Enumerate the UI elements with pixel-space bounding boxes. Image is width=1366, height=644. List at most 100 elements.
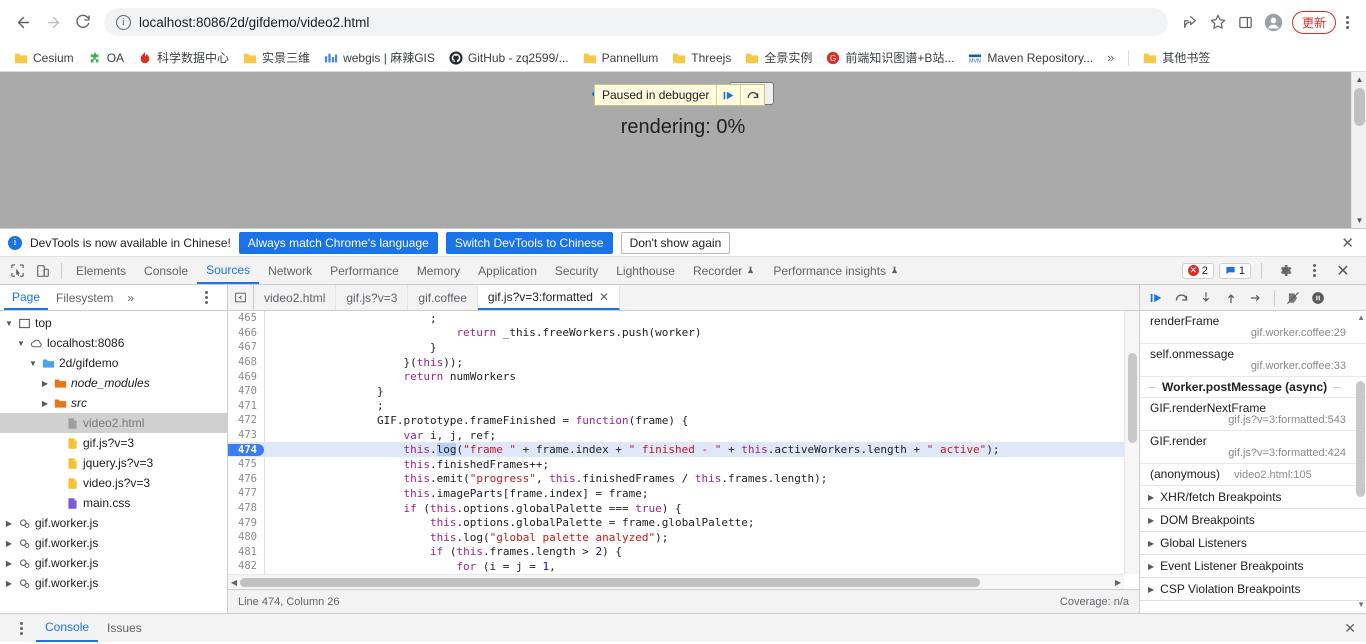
call-stack-frame[interactable]: GIF.renderNextFrame gif.js?v=3:formatted:… xyxy=(1140,398,1366,431)
code-line[interactable]: 480 this.log("global palette analyzed"); xyxy=(228,529,1124,545)
devtools-tab-lighthouse[interactable]: Lighthouse xyxy=(607,257,684,284)
line-number[interactable]: 476 xyxy=(228,473,264,485)
drawer-close-button[interactable]: ✕ xyxy=(1344,620,1364,637)
code-line[interactable]: 473 var i, j, ref; xyxy=(228,427,1124,443)
devtools-tab-elements[interactable]: Elements xyxy=(67,257,135,284)
editor-tab[interactable]: video2.html xyxy=(254,285,337,310)
hscroll-right-arrow[interactable]: ▶ xyxy=(1112,578,1124,587)
code-line[interactable]: 481 if (this.frames.length > 2) { xyxy=(228,544,1124,560)
call-stack-frame[interactable]: self.onmessage gif.worker.coffee:33 xyxy=(1140,344,1366,377)
deactivate-breakpoints-button[interactable] xyxy=(1281,286,1305,310)
tree-item[interactable]: ▼ localhost:8086 xyxy=(0,333,227,353)
bookmark-5[interactable]: GitHub - zq2599/... xyxy=(443,49,575,67)
scroll-down-arrow[interactable]: ▼ xyxy=(1352,213,1366,228)
devtools-more-button[interactable] xyxy=(1303,264,1325,277)
debugger-scroll-up-arrow[interactable]: ▲ xyxy=(1357,313,1365,322)
editor-tab[interactable]: gif.js?v=3:formatted ✕ xyxy=(477,285,621,310)
drawer-menu-button[interactable] xyxy=(10,621,32,635)
debugger-scroll-down-arrow[interactable]: ▼ xyxy=(1357,600,1365,609)
bookmark-other[interactable]: 其他书签 xyxy=(1137,47,1216,68)
tree-item[interactable]: ▶ gif.worker.js xyxy=(0,513,227,533)
line-number[interactable]: 481 xyxy=(228,546,264,558)
collapse-sidebar-button[interactable] xyxy=(228,285,254,310)
hscroll-left-arrow[interactable]: ◀ xyxy=(228,578,240,587)
code-vscroll-thumb[interactable] xyxy=(1128,353,1137,443)
back-button[interactable] xyxy=(8,7,38,37)
chevron-right-icon[interactable]: ▶ xyxy=(40,379,50,388)
drawer-tab-issues[interactable]: Issues xyxy=(98,614,151,642)
code-line[interactable]: 479 this.options.globalPalette = frame.g… xyxy=(228,515,1124,530)
devtools-tab-security[interactable]: Security xyxy=(546,257,607,284)
line-number[interactable]: 470 xyxy=(228,385,264,397)
chevron-right-icon[interactable]: ▶ xyxy=(1148,585,1154,594)
line-number[interactable]: 478 xyxy=(228,502,264,514)
code-line[interactable]: 467 } xyxy=(228,340,1124,355)
bookmark-button[interactable] xyxy=(1204,8,1232,36)
dont-show-again-button[interactable]: Don't show again xyxy=(620,231,731,254)
step-into-button[interactable] xyxy=(1194,286,1218,310)
call-stack-frame[interactable]: (anonymous) video2.html:105 xyxy=(1140,464,1366,486)
reload-button[interactable] xyxy=(68,7,98,37)
message-count-badge[interactable]: 1 xyxy=(1218,262,1251,279)
tree-item[interactable]: jquery.js?v=3 xyxy=(0,453,227,473)
code-line[interactable]: 468 }(this)); xyxy=(228,354,1124,370)
drawer-tab-console[interactable]: Console xyxy=(36,614,99,642)
scroll-up-arrow[interactable]: ▲ xyxy=(1352,72,1366,87)
step-button[interactable] xyxy=(1244,286,1268,310)
devtools-settings-button[interactable] xyxy=(1272,258,1298,284)
bookmark-8[interactable]: 全景实例 xyxy=(739,47,818,68)
step-over-button[interactable] xyxy=(740,85,764,105)
code-line[interactable]: 478 if (this.options.globalPalette === t… xyxy=(228,500,1124,516)
devtools-tab-sources[interactable]: Sources xyxy=(197,257,260,284)
breakpoint-section[interactable]: ▶ Event Listener Breakpoints xyxy=(1140,555,1366,578)
call-stack-frame[interactable]: renderFrame gif.worker.coffee:29 xyxy=(1140,311,1366,344)
chevron-right-icon[interactable]: ▶ xyxy=(1148,493,1154,502)
banner-close-button[interactable]: ✕ xyxy=(1341,234,1358,252)
line-number[interactable]: 471 xyxy=(228,400,264,412)
frame-location[interactable]: gif.js?v=3:formatted:424 xyxy=(1150,447,1358,459)
chevron-right-icon[interactable]: ▶ xyxy=(4,579,14,588)
chevron-down-icon[interactable]: ▼ xyxy=(16,339,26,348)
always-match-language-button[interactable]: Always match Chrome's language xyxy=(238,231,438,254)
chevron-right-icon[interactable]: ▶ xyxy=(40,399,50,408)
code-line[interactable]: 465 ; xyxy=(228,311,1124,326)
info-circle-icon[interactable]: i xyxy=(116,14,131,30)
frame-location[interactable]: gif.worker.coffee:33 xyxy=(1150,360,1358,372)
tree-item[interactable]: video2.html xyxy=(0,413,227,433)
debugger-scrollbar-thumb[interactable] xyxy=(1356,381,1365,497)
devtools-tab-application[interactable]: Application xyxy=(469,257,546,284)
line-number[interactable]: 467 xyxy=(228,341,264,353)
devtools-tab-console[interactable]: Console xyxy=(135,257,197,284)
breakpoint-section[interactable]: ▶ XHR/fetch Breakpoints xyxy=(1140,486,1366,509)
line-number[interactable]: 480 xyxy=(228,531,264,543)
tree-item[interactable]: ▶ gif.worker.js xyxy=(0,533,227,553)
devtools-tab-performance-insights[interactable]: Performance insights xyxy=(764,257,908,284)
code-line-current[interactable]: 474 this.log("frame " + frame.index + " … xyxy=(228,442,1124,457)
update-button[interactable]: 更新 xyxy=(1291,10,1336,34)
navigator-tab-page[interactable]: Page xyxy=(4,285,49,310)
tree-item[interactable]: ▶ gif.worker.js xyxy=(0,553,227,573)
bookmark-10[interactable]: MVN Maven Repository... xyxy=(962,49,1099,67)
frame-location[interactable]: video2.html:105 xyxy=(1234,469,1312,481)
bookmark-1[interactable]: OA xyxy=(82,49,130,67)
call-stack-frame[interactable]: GIF.render gif.js?v=3:formatted:424 xyxy=(1140,431,1366,464)
line-number[interactable]: 475 xyxy=(228,458,264,470)
devtools-tab-recorder[interactable]: Recorder xyxy=(684,257,764,284)
line-number[interactable]: 474 xyxy=(228,443,264,456)
breakpoint-section[interactable]: ▶ DOM Breakpoints xyxy=(1140,509,1366,532)
devtools-tab-performance[interactable]: Performance xyxy=(321,257,408,284)
chevron-right-icon[interactable]: ▶ xyxy=(4,519,14,528)
code-line[interactable]: 471 ; xyxy=(228,398,1124,414)
bookmark-9[interactable]: G 前端知识图谱+B站... xyxy=(820,47,960,68)
bookmark-4[interactable]: webgis | 麻辣GIS xyxy=(318,47,441,68)
code-line[interactable]: 476 this.emit("progress", this.finishedF… xyxy=(228,471,1124,487)
chevron-right-icon[interactable]: ▶ xyxy=(4,559,14,568)
line-number[interactable]: 465 xyxy=(228,312,264,324)
device-toolbar-button[interactable] xyxy=(30,258,56,284)
pause-on-exceptions-button[interactable] xyxy=(1306,286,1330,310)
resume-button[interactable] xyxy=(1144,286,1168,310)
navigator-tab-filesystem[interactable]: Filesystem xyxy=(48,285,121,310)
bookmark-7[interactable]: Threejs xyxy=(666,49,737,67)
code-line[interactable]: 470 } xyxy=(228,383,1124,399)
forward-button[interactable] xyxy=(38,7,68,37)
